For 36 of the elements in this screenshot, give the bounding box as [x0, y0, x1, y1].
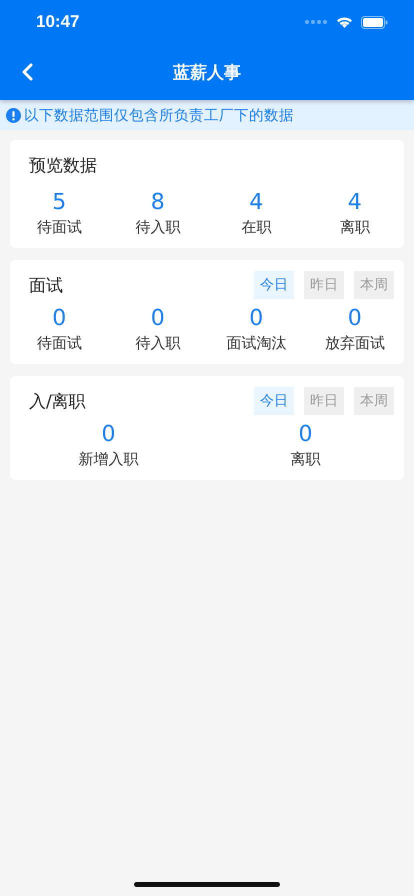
exclamation-icon [6, 108, 21, 122]
card-title: 面试 [29, 274, 63, 296]
stat-label: 离职 [340, 217, 370, 238]
date-filter-tab[interactable]: 本周 [354, 271, 394, 299]
date-filter-tab[interactable]: 今日 [254, 387, 294, 415]
stat-label: 新增入职 [78, 449, 138, 470]
date-filter-tab[interactable]: 昨日 [304, 387, 344, 415]
battery-icon [361, 16, 388, 28]
card-title: 预览数据 [29, 154, 97, 176]
stat-value: 5 [52, 190, 66, 216]
wifi-icon [336, 16, 353, 28]
date-filter-tab[interactable]: 今日 [254, 271, 294, 299]
stat-label: 离职 [290, 449, 320, 470]
card-title: 入/离职 [29, 390, 86, 412]
stat-value: 0 [249, 306, 264, 332]
date-filter-tab[interactable]: 本周 [354, 387, 394, 415]
stat-value: 0 [150, 306, 165, 332]
stat-value: 8 [150, 190, 165, 216]
stat-label: 待面试 [36, 333, 82, 354]
stat-value: 0 [102, 422, 116, 448]
stat-value: 0 [298, 422, 312, 448]
notice-text: 以下数据范围仅包含所负责工厂下的数据 [24, 106, 294, 124]
date-filter-tab[interactable]: 昨日 [304, 271, 344, 299]
stat-label: 放弃面试 [324, 333, 385, 354]
stat-label: 在职 [241, 217, 272, 238]
stat-label: 待入职 [135, 217, 180, 238]
status-time: 10:47 [36, 12, 80, 32]
stat-value: 0 [52, 306, 66, 332]
stat-label: 面试淘汰 [226, 333, 286, 354]
stat-value: 0 [348, 306, 362, 332]
stat-label: 待入职 [135, 333, 180, 354]
stat-value: 4 [249, 190, 264, 216]
stat-value: 4 [348, 190, 362, 216]
page-title: 蓝薪人事 [173, 62, 241, 84]
stat-label: 待面试 [36, 217, 82, 238]
signal-icon [304, 19, 328, 25]
